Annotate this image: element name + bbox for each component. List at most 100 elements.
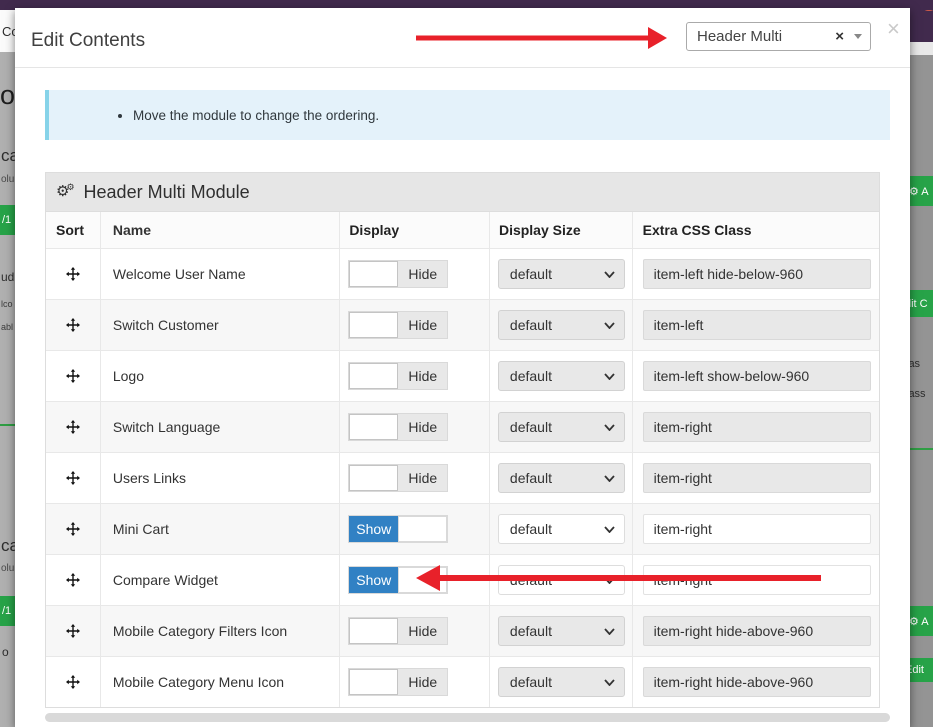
background-green-button: ⚙ A — [907, 176, 933, 206]
background-green-button: /1 — [0, 596, 15, 626]
display-toggle[interactable]: Hide — [348, 464, 448, 492]
table-row: Switch Language Hide default — [46, 401, 879, 452]
module-name: Users Links — [101, 453, 340, 503]
display-toggle[interactable]: Hide — [348, 668, 448, 696]
module-name: Mobile Category Filters Icon — [101, 606, 340, 656]
module-select[interactable]: Header Multi × — [686, 22, 871, 51]
background-text: cai — [1, 536, 15, 556]
table-row: Compare Widget Show default — [46, 554, 879, 605]
move-icon[interactable] — [65, 521, 81, 537]
move-icon[interactable] — [65, 317, 81, 333]
background-text: or — [0, 80, 15, 111]
column-header-name: Name — [101, 212, 340, 248]
move-icon[interactable] — [65, 419, 81, 435]
extra-css-input[interactable] — [643, 616, 871, 646]
chevron-down-icon — [604, 424, 615, 431]
horizontal-scrollbar[interactable] — [45, 713, 890, 722]
module-name: Switch Language — [101, 402, 340, 452]
display-size-select[interactable]: default — [498, 310, 625, 340]
column-header-extra-css: Extra CSS Class — [633, 212, 879, 248]
cogs-icon: ⚙⚙ — [56, 182, 78, 200]
table-row: Welcome User Name Hide default — [46, 248, 879, 299]
table-row: Logo Hide default — [46, 350, 879, 401]
chevron-down-icon — [604, 577, 615, 584]
background-text: olu — [1, 563, 14, 574]
header-multi-module-panel: ⚙⚙ Header Multi Module Sort Name Display… — [45, 172, 880, 708]
extra-css-input[interactable] — [643, 361, 871, 391]
chevron-down-icon — [604, 679, 615, 686]
toggle-knob — [398, 567, 447, 593]
table-row: Switch Customer Hide default — [46, 299, 879, 350]
module-name: Mini Cart — [101, 504, 340, 554]
module-name: Compare Widget — [101, 555, 340, 605]
toggle-knob — [349, 414, 398, 440]
background-text: olu — [1, 174, 14, 185]
modal-title: Edit Contents — [31, 30, 145, 52]
info-alert: Move the module to change the ordering. — [45, 90, 890, 140]
chevron-down-icon — [604, 322, 615, 329]
table-header-row: Sort Name Display Display Size Extra CSS… — [46, 212, 879, 248]
display-toggle[interactable]: Hide — [348, 260, 448, 288]
toggle-knob — [349, 312, 398, 338]
extra-css-input[interactable] — [643, 514, 871, 544]
toggle-knob — [349, 465, 398, 491]
background-text: Co — [2, 24, 15, 39]
display-toggle[interactable]: Show — [348, 515, 448, 543]
display-size-select[interactable]: default — [498, 361, 625, 391]
display-toggle[interactable]: Show — [348, 566, 448, 594]
close-icon[interactable]: × — [887, 18, 900, 40]
panel-title: Header Multi Module — [84, 182, 250, 203]
extra-css-input[interactable] — [643, 259, 871, 289]
module-name: Logo — [101, 351, 340, 401]
move-icon[interactable] — [65, 623, 81, 639]
background-page-left: Co or cai olu /1 ud lco abl cai olu /1 o — [0, 0, 15, 727]
move-icon[interactable] — [65, 674, 81, 690]
background-text: ud — [1, 270, 14, 284]
alert-text: Move the module to change the ordering. — [133, 108, 379, 123]
table-row: Mobile Category Menu Icon Hide default — [46, 656, 879, 707]
toggle-knob — [349, 618, 398, 644]
clear-selection-icon[interactable]: × — [835, 28, 844, 45]
panel-heading: ⚙⚙ Header Multi Module — [46, 173, 879, 212]
module-name: Welcome User Name — [101, 249, 340, 299]
toggle-knob — [398, 516, 447, 542]
extra-css-input[interactable] — [643, 412, 871, 442]
display-size-select[interactable]: default — [498, 259, 625, 289]
display-size-select[interactable]: default — [498, 412, 625, 442]
chevron-down-icon — [604, 373, 615, 380]
toggle-knob — [349, 261, 398, 287]
move-icon[interactable] — [65, 368, 81, 384]
display-size-select[interactable]: default — [498, 514, 625, 544]
toggle-knob — [349, 669, 398, 695]
background-green-button: ⚙ A — [907, 606, 933, 636]
modal-header: Edit Contents Header Multi × × — [15, 8, 910, 68]
background-text: cai — [1, 146, 15, 166]
background-text: lco — [1, 299, 13, 309]
display-size-select[interactable]: default — [498, 565, 625, 595]
extra-css-input[interactable] — [643, 667, 871, 697]
display-size-select[interactable]: default — [498, 667, 625, 697]
display-toggle[interactable]: Hide — [348, 617, 448, 645]
table-row: Mobile Category Filters Icon Hide defaul… — [46, 605, 879, 656]
display-size-select[interactable]: default — [498, 463, 625, 493]
display-toggle[interactable]: Hide — [348, 413, 448, 441]
move-icon[interactable] — [65, 470, 81, 486]
move-icon[interactable] — [65, 572, 81, 588]
display-toggle[interactable]: Hide — [348, 311, 448, 339]
background-divider — [0, 424, 15, 426]
move-icon[interactable] — [65, 266, 81, 282]
extra-css-input[interactable] — [643, 463, 871, 493]
module-name: Switch Customer — [101, 300, 340, 350]
display-size-select[interactable]: default — [498, 616, 625, 646]
display-toggle[interactable]: Hide — [348, 362, 448, 390]
toggle-knob — [349, 363, 398, 389]
column-header-sort: Sort — [46, 212, 101, 248]
dropdown-caret-icon — [854, 34, 862, 39]
column-header-display-size: Display Size — [490, 212, 633, 248]
column-header-display: Display — [340, 212, 490, 248]
background-text: o — [2, 645, 9, 659]
table-row: Users Links Hide default — [46, 452, 879, 503]
extra-css-input[interactable] — [643, 565, 871, 595]
extra-css-input[interactable] — [643, 310, 871, 340]
background-text: abl — [1, 322, 13, 332]
